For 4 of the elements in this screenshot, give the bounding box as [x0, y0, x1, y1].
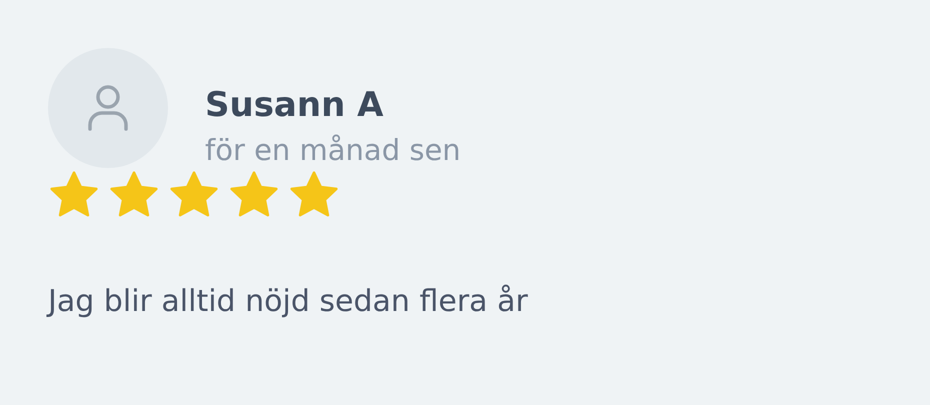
author-name: Susann A [205, 84, 384, 127]
person-icon [86, 83, 130, 133]
review-time: för en månad sen [205, 132, 461, 169]
review-text: Jag blir alltid nöjd sedan flera år [48, 283, 529, 321]
